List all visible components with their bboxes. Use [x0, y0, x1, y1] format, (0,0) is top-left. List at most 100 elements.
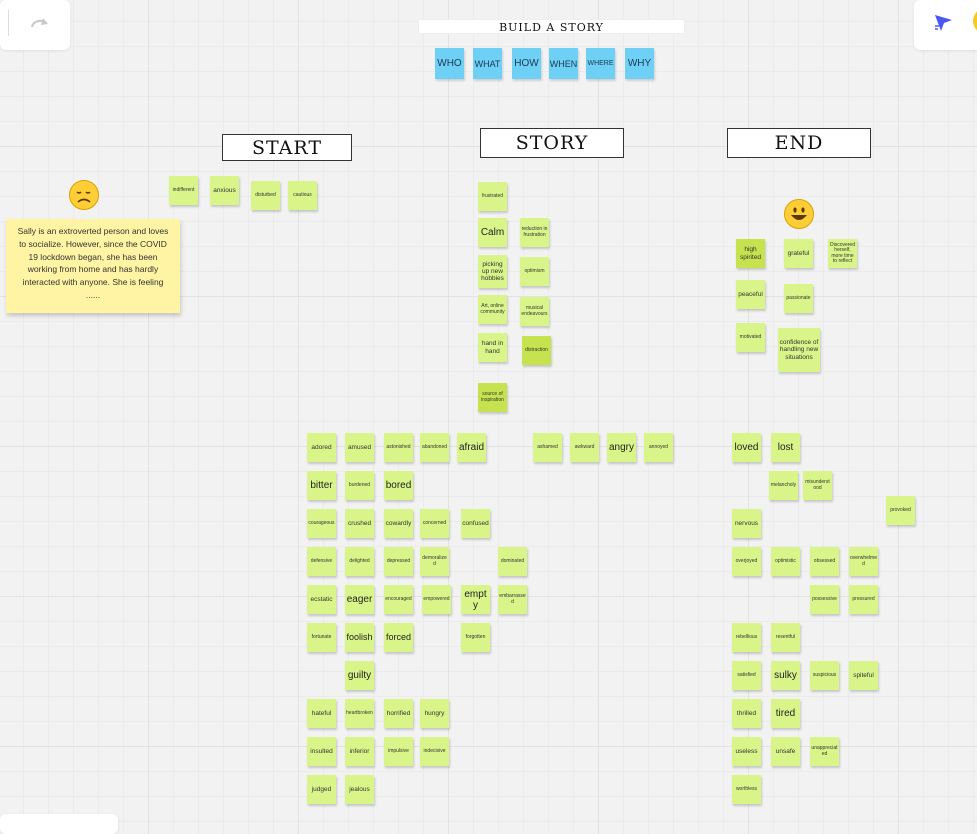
emotion-sticky[interactable]: dominated: [498, 547, 527, 576]
emotion-sticky[interactable]: jealous: [345, 775, 374, 804]
emotion-sticky[interactable]: overwhelmed: [849, 547, 878, 576]
emotion-sticky[interactable]: burdened: [345, 471, 374, 500]
emotion-sticky[interactable]: inferior: [345, 737, 374, 766]
emotion-sticky[interactable]: demoralized: [420, 547, 449, 576]
emotion-sticky[interactable]: delighted: [345, 547, 374, 576]
emotion-sticky[interactable]: lost: [771, 433, 800, 462]
sticky-note[interactable]: Discovered herself, more time to reflect: [828, 239, 857, 268]
emotion-sticky[interactable]: overjoyed: [732, 547, 761, 576]
emotion-sticky[interactable]: guilty: [345, 661, 374, 690]
emotion-sticky[interactable]: concerned: [420, 509, 449, 538]
question-why[interactable]: WHY: [625, 48, 654, 79]
emotion-sticky[interactable]: annoyed: [644, 433, 673, 462]
emotion-sticky[interactable]: unappreciated: [810, 737, 839, 766]
emotion-sticky[interactable]: insulted: [307, 737, 336, 766]
emotion-sticky[interactable]: melancholy: [769, 471, 798, 500]
emotion-sticky[interactable]: ecstatic: [307, 585, 336, 614]
emotion-sticky[interactable]: defensive: [307, 547, 336, 576]
sticky-note[interactable]: musical endeavours: [520, 297, 549, 326]
sticky-note[interactable]: high spirited: [736, 239, 765, 268]
emotion-sticky[interactable]: forced: [384, 623, 413, 652]
emotion-sticky[interactable]: bored: [384, 471, 413, 500]
emotion-sticky[interactable]: crushed: [345, 509, 374, 538]
emotion-sticky[interactable]: heartbroken: [345, 699, 374, 728]
sticky-note[interactable]: anxious: [210, 176, 239, 205]
emotion-sticky[interactable]: unsafe: [771, 737, 800, 766]
sticky-note[interactable]: indifferent: [169, 176, 198, 205]
emotion-sticky[interactable]: suspicious: [810, 661, 839, 690]
sticky-note[interactable]: cautious: [288, 181, 317, 210]
sticky-note[interactable]: picking up new hobbies: [478, 255, 507, 288]
emotion-sticky[interactable]: misunderstood: [803, 471, 832, 500]
emotion-sticky[interactable]: encouraged: [384, 585, 413, 614]
emotion-sticky[interactable]: obsessed: [810, 547, 839, 576]
emotion-sticky[interactable]: abandoned: [420, 433, 449, 462]
emotion-sticky[interactable]: tired: [771, 699, 800, 728]
question-who[interactable]: WHO: [435, 48, 464, 79]
sad-face-icon: [69, 180, 99, 210]
emotion-sticky[interactable]: hungry: [420, 699, 449, 728]
emotion-sticky[interactable]: horrified: [384, 699, 413, 728]
question-when[interactable]: WHEN: [549, 48, 578, 79]
sticky-note[interactable]: motivated: [736, 323, 765, 352]
emotion-sticky[interactable]: sulky: [771, 661, 800, 690]
emotion-sticky[interactable]: depressed: [384, 547, 413, 576]
emotion-sticky[interactable]: confused: [461, 509, 490, 538]
emotion-sticky[interactable]: eager: [345, 585, 374, 614]
question-what[interactable]: WHAT: [473, 48, 502, 79]
emotion-sticky[interactable]: astonished: [384, 433, 413, 462]
sticky-note[interactable]: optimism: [520, 257, 549, 286]
emotion-sticky[interactable]: provoked: [886, 496, 915, 525]
emotion-sticky[interactable]: bitter: [307, 471, 336, 500]
emotion-sticky[interactable]: forgotten: [461, 623, 490, 652]
sticky-note[interactable]: grateful: [784, 239, 813, 268]
emotion-sticky[interactable]: possessive: [810, 585, 839, 614]
emotion-sticky[interactable]: fortunate: [307, 623, 336, 652]
user-avatar[interactable]: [973, 8, 977, 34]
emotion-sticky[interactable]: courageous: [307, 509, 336, 538]
emotion-sticky[interactable]: pressured: [849, 585, 878, 614]
emotion-sticky[interactable]: worthless: [732, 775, 761, 804]
emotion-sticky[interactable]: empowered: [422, 585, 451, 614]
story-prompt-note[interactable]: Sally is an extroverted person and loves…: [6, 219, 180, 313]
sticky-note[interactable]: confidence of handling new situations: [778, 328, 820, 372]
sticky-note[interactable]: disturbed: [251, 181, 280, 210]
emotion-sticky[interactable]: hateful: [307, 699, 336, 728]
emotion-sticky[interactable]: thrilled: [732, 699, 761, 728]
emotion-sticky[interactable]: amused: [345, 433, 374, 462]
top-right-toolbar: [914, 0, 977, 50]
emotion-sticky[interactable]: useless: [732, 737, 761, 766]
sticky-note[interactable]: reduction in frustration: [520, 218, 549, 247]
emotion-sticky[interactable]: judged: [307, 775, 336, 804]
sticky-note[interactable]: frustrated: [478, 182, 507, 211]
emotion-sticky[interactable]: impulsive: [384, 737, 413, 766]
question-where[interactable]: WHERE: [586, 48, 615, 79]
sticky-note[interactable]: passionate: [784, 284, 813, 313]
emotion-sticky[interactable]: awkward: [570, 433, 599, 462]
sticky-note[interactable]: distraction: [522, 336, 551, 365]
emotion-sticky[interactable]: satisfied: [732, 661, 761, 690]
emotion-sticky[interactable]: rebellious: [732, 623, 761, 652]
emotion-sticky[interactable]: ashamed: [533, 433, 562, 462]
redo-arrow-icon[interactable]: [28, 12, 52, 34]
question-how[interactable]: HOW: [512, 48, 541, 79]
sticky-note[interactable]: source of inspiration: [478, 383, 507, 412]
emotion-sticky[interactable]: adored: [307, 433, 336, 462]
sticky-note[interactable]: Art, online community: [478, 295, 507, 324]
emotion-sticky[interactable]: cowardly: [384, 509, 413, 538]
sticky-note[interactable]: Calm: [478, 218, 507, 247]
emotion-sticky[interactable]: optimistic: [771, 547, 800, 576]
emotion-sticky[interactable]: angry: [607, 433, 636, 462]
cursor-arrow-icon[interactable]: [932, 11, 958, 33]
emotion-sticky[interactable]: afraid: [457, 433, 486, 462]
sticky-note[interactable]: peaceful: [736, 280, 765, 309]
emotion-sticky[interactable]: spiteful: [849, 661, 878, 690]
emotion-sticky[interactable]: foolish: [345, 623, 374, 652]
emotion-sticky[interactable]: indecisive: [420, 737, 449, 766]
emotion-sticky[interactable]: empty: [461, 585, 490, 614]
emotion-sticky[interactable]: nervous: [732, 509, 761, 538]
sticky-note[interactable]: hand in hand: [478, 333, 507, 362]
emotion-sticky[interactable]: resentful: [771, 623, 800, 652]
emotion-sticky[interactable]: embarrassed: [498, 585, 527, 614]
emotion-sticky[interactable]: loved: [732, 433, 761, 462]
